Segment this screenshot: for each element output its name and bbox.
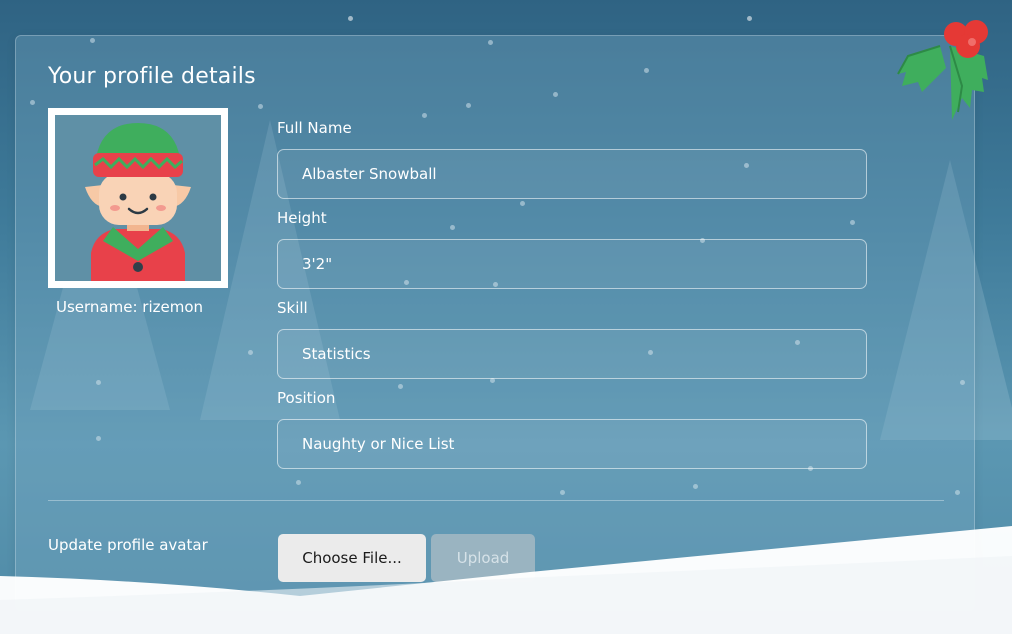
upload-button[interactable]: Upload xyxy=(431,534,535,582)
skill-label: Skill xyxy=(277,299,308,317)
position-label: Position xyxy=(277,389,336,407)
profile-card: Your profile details Username: rizemon F… xyxy=(15,35,975,611)
height-label: Height xyxy=(277,209,327,227)
holly-icon xyxy=(897,20,988,120)
page-title: Your profile details xyxy=(48,64,256,89)
full-name-field[interactable] xyxy=(277,149,867,199)
update-avatar-label: Update profile avatar xyxy=(48,536,208,554)
username-label: Username: rizemon xyxy=(56,298,204,316)
choose-file-button[interactable]: Choose File... xyxy=(278,534,426,582)
snowflake xyxy=(348,16,353,21)
avatar xyxy=(48,108,228,288)
snowflake xyxy=(747,16,752,21)
skill-field[interactable] xyxy=(277,329,867,379)
full-name-label: Full Name xyxy=(277,119,352,137)
height-field[interactable] xyxy=(277,239,867,289)
position-field[interactable] xyxy=(277,419,867,469)
elf-avatar-icon xyxy=(55,115,221,281)
section-divider xyxy=(48,500,944,501)
